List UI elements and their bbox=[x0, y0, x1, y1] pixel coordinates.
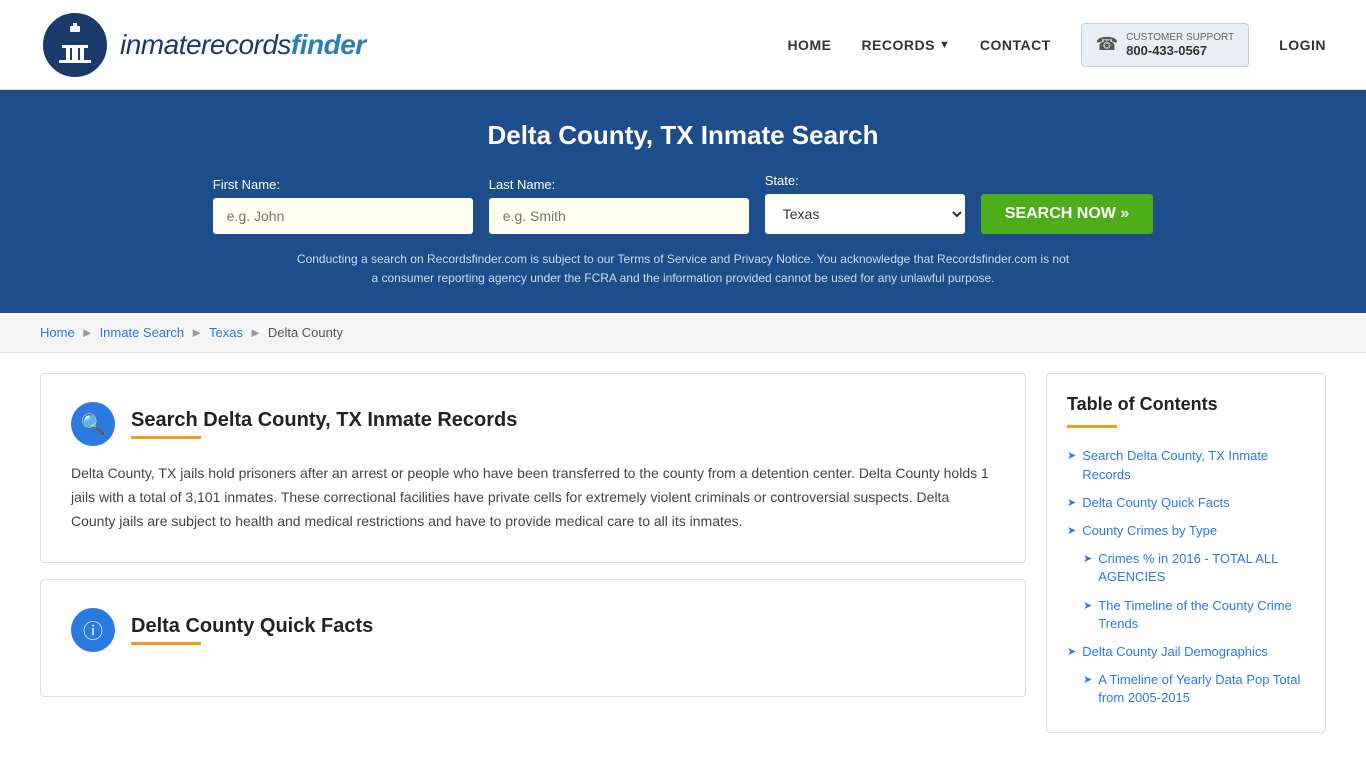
toc-title: Table of Contents bbox=[1067, 394, 1305, 415]
breadcrumb-delta-county: Delta County bbox=[268, 325, 343, 340]
magnifier-icon: 🔍 bbox=[81, 412, 106, 437]
nav: HOME RECORDS ▼ CONTACT ☎ CUSTOMER SUPPOR… bbox=[787, 23, 1326, 67]
logo-text: inmaterecordsfinder bbox=[120, 29, 366, 61]
hero-title: Delta County, TX Inmate Search bbox=[40, 120, 1326, 151]
firstname-label: First Name: bbox=[213, 177, 280, 192]
search-section-body: Delta County, TX jails hold prisoners af… bbox=[71, 462, 995, 533]
breadcrumb: Home ► Inmate Search ► Texas ► Delta Cou… bbox=[0, 313, 1366, 353]
customer-support-text: CUSTOMER SUPPORT 800-433-0567 bbox=[1126, 32, 1234, 58]
phone-icon: ☎ bbox=[1096, 34, 1118, 55]
nav-records[interactable]: RECORDS ▼ bbox=[861, 37, 949, 53]
breadcrumb-sep-1: ► bbox=[81, 325, 94, 340]
header: inmaterecordsfinder HOME RECORDS ▼ CONTA… bbox=[0, 0, 1366, 90]
quick-facts-title: Delta County Quick Facts bbox=[131, 615, 373, 638]
toc-item-5[interactable]: ➤Delta County Jail Demographics bbox=[1067, 638, 1305, 666]
toc-chevron-4: ➤ bbox=[1083, 599, 1092, 614]
toc-divider bbox=[1067, 425, 1117, 428]
toc-item-3[interactable]: ➤Crimes % in 2016 - TOTAL ALL AGENCIES bbox=[1067, 545, 1305, 591]
quick-facts-header: ⓘ Delta County Quick Facts bbox=[71, 608, 995, 652]
firstname-input[interactable] bbox=[213, 198, 473, 234]
toc-chevron-3: ➤ bbox=[1083, 552, 1092, 567]
state-label: State: bbox=[765, 173, 799, 188]
info-icon: ⓘ bbox=[83, 615, 103, 644]
toc-chevron-0: ➤ bbox=[1067, 449, 1076, 464]
breadcrumb-sep-2: ► bbox=[190, 325, 203, 340]
toc-chevron-5: ➤ bbox=[1067, 645, 1076, 660]
search-hero: Delta County, TX Inmate Search First Nam… bbox=[0, 90, 1366, 313]
content-area: 🔍 Search Delta County, TX Inmate Records… bbox=[40, 373, 1026, 733]
search-button[interactable]: SEARCH NOW » bbox=[981, 194, 1153, 234]
toc-item-0[interactable]: ➤Search Delta County, TX Inmate Records bbox=[1067, 442, 1305, 488]
toc-item-2[interactable]: ➤County Crimes by Type bbox=[1067, 517, 1305, 545]
search-section-header: 🔍 Search Delta County, TX Inmate Records bbox=[71, 402, 995, 446]
nav-contact[interactable]: CONTACT bbox=[980, 37, 1051, 53]
toc-chevron-1: ➤ bbox=[1067, 496, 1076, 511]
toc-chevron-6: ➤ bbox=[1083, 673, 1092, 688]
toc-item-1[interactable]: ➤Delta County Quick Facts bbox=[1067, 489, 1305, 517]
quick-facts-section: ⓘ Delta County Quick Facts bbox=[40, 579, 1026, 697]
state-select[interactable]: Texas Alabama Alaska California Florida … bbox=[765, 194, 965, 234]
search-section-icon: 🔍 bbox=[71, 402, 115, 446]
logo-icon bbox=[40, 10, 110, 80]
search-section-title: Search Delta County, TX Inmate Records bbox=[131, 409, 517, 432]
search-section-underline bbox=[131, 436, 201, 439]
breadcrumb-home[interactable]: Home bbox=[40, 325, 75, 340]
quick-facts-underline bbox=[131, 642, 201, 645]
quick-facts-title-block: Delta County Quick Facts bbox=[131, 615, 373, 645]
disclaimer: Conducting a search on Recordsfinder.com… bbox=[293, 250, 1073, 288]
search-section-title-block: Search Delta County, TX Inmate Records bbox=[131, 409, 517, 439]
customer-support-button[interactable]: ☎ CUSTOMER SUPPORT 800-433-0567 bbox=[1081, 23, 1249, 67]
lastname-group: Last Name: bbox=[489, 177, 749, 234]
search-section: 🔍 Search Delta County, TX Inmate Records… bbox=[40, 373, 1026, 562]
breadcrumb-texas[interactable]: Texas bbox=[209, 325, 243, 340]
chevron-down-icon: ▼ bbox=[939, 39, 950, 51]
toc-items: ➤Search Delta County, TX Inmate Records➤… bbox=[1067, 442, 1305, 712]
nav-login[interactable]: LOGIN bbox=[1279, 37, 1326, 53]
firstname-group: First Name: bbox=[213, 177, 473, 234]
search-form: First Name: Last Name: State: Texas Alab… bbox=[40, 173, 1326, 234]
toc-chevron-2: ➤ bbox=[1067, 524, 1076, 539]
lastname-label: Last Name: bbox=[489, 177, 555, 192]
toc-item-6[interactable]: ➤A Timeline of Yearly Data Pop Total fro… bbox=[1067, 666, 1305, 712]
breadcrumb-sep-3: ► bbox=[249, 325, 262, 340]
toc-item-4[interactable]: ➤The Timeline of the County Crime Trends bbox=[1067, 592, 1305, 638]
nav-home[interactable]: HOME bbox=[787, 37, 831, 53]
main-content: 🔍 Search Delta County, TX Inmate Records… bbox=[0, 353, 1366, 753]
table-of-contents: Table of Contents ➤Search Delta County, … bbox=[1046, 373, 1326, 733]
state-group: State: Texas Alabama Alaska California F… bbox=[765, 173, 965, 234]
logo-area: inmaterecordsfinder bbox=[40, 10, 366, 80]
lastname-input[interactable] bbox=[489, 198, 749, 234]
breadcrumb-inmate-search[interactable]: Inmate Search bbox=[100, 325, 185, 340]
sidebar: Table of Contents ➤Search Delta County, … bbox=[1046, 373, 1326, 733]
quick-facts-icon: ⓘ bbox=[71, 608, 115, 652]
